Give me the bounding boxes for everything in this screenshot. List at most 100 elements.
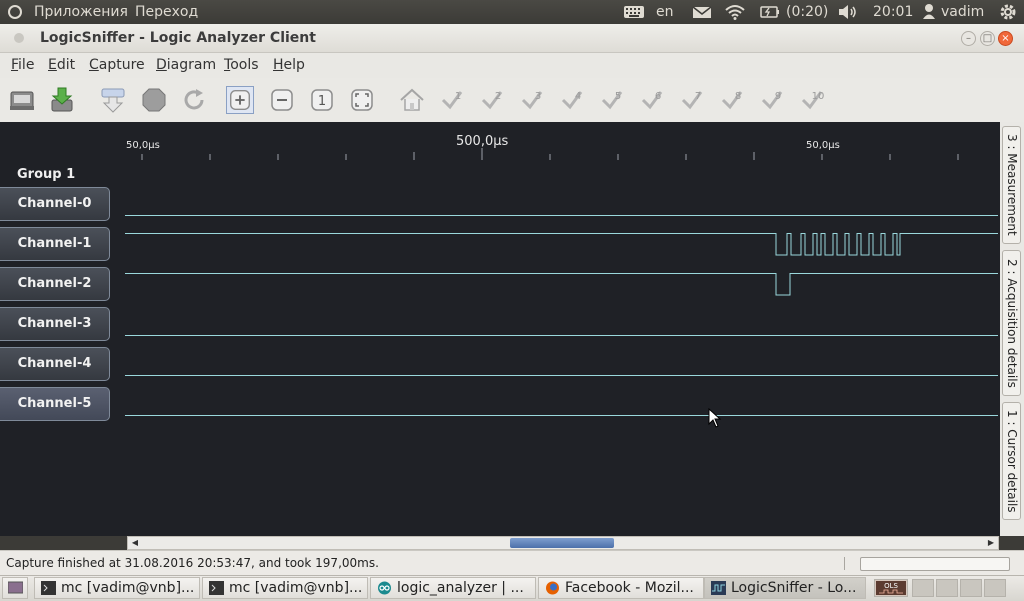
volume-icon[interactable]	[837, 0, 859, 24]
goto-marker-6-button[interactable]: 6	[638, 86, 666, 114]
mouse-pointer-icon	[708, 408, 722, 428]
goto-marker-3-button[interactable]: 3	[518, 86, 546, 114]
side-panel-tabs: 3 : Measurement 2 : Acquisition details …	[1000, 122, 1024, 536]
goto-marker-9-button[interactable]: 9	[758, 86, 786, 114]
user-icon[interactable]	[922, 0, 936, 24]
menubar: File Edit Capture Diagram Tools Help	[0, 53, 1024, 78]
workspace-slot-3[interactable]	[960, 579, 982, 597]
ols-tray-icon[interactable]: OLS	[874, 579, 908, 597]
window-titlebar[interactable]: LogicSniffer - Logic Analyzer Client – □…	[0, 24, 1024, 53]
window-menu-dot-icon[interactable]	[14, 33, 24, 43]
keyboard-icon[interactable]	[623, 0, 645, 24]
capture-icon[interactable]	[99, 86, 127, 114]
scroll-right-arrow-icon[interactable]: ▶	[984, 537, 998, 549]
goto-marker-8-button[interactable]: 8	[718, 86, 746, 114]
marker-check-icon: 7	[681, 91, 703, 110]
signal-diagram[interactable]: 50,0μs 500,0μs 50,0μs Group 1 Channel-0 …	[0, 122, 1000, 550]
arduino-icon	[378, 581, 391, 595]
menu-diagram[interactable]: Diagram	[156, 53, 216, 78]
taskbar-item-terminal-2[interactable]: mc [vadim@vnb]...	[202, 577, 368, 599]
svg-text:8: 8	[735, 91, 741, 102]
signal-traces[interactable]	[0, 122, 1000, 536]
goto-marker-5-button[interactable]: 5	[598, 86, 626, 114]
svg-text:3: 3	[535, 91, 541, 102]
taskbar-item-firefox[interactable]: Facebook - Mozil...	[538, 577, 704, 599]
taskbar-item-arduino[interactable]: logic_analyzer | ...	[370, 577, 536, 599]
firefox-icon	[546, 581, 559, 595]
svg-text:6: 6	[655, 91, 661, 102]
marker-check-icon: 5	[601, 91, 623, 110]
scroll-left-arrow-icon[interactable]: ◀	[128, 537, 142, 549]
tab-acquisition-details[interactable]: 2 : Acquisition details	[1002, 250, 1021, 396]
svg-text:10: 10	[812, 91, 825, 102]
menu-edit[interactable]: Edit	[48, 53, 75, 78]
goto-marker-2-button[interactable]: 2	[478, 86, 506, 114]
battery-time: (0:20)	[786, 4, 829, 20]
marker-check-icon: 6	[641, 91, 663, 110]
taskbar-item-terminal-1[interactable]: mc [vadim@vnb]...	[34, 577, 200, 599]
menu-tools[interactable]: Tools	[224, 53, 259, 78]
maximize-button[interactable]: □	[980, 31, 995, 46]
open-project-icon[interactable]	[8, 86, 36, 114]
marker-check-icon: 8	[721, 91, 743, 110]
mail-icon[interactable]	[692, 0, 712, 24]
zoom-in-icon[interactable]	[226, 86, 254, 114]
svg-text:9: 9	[775, 91, 781, 102]
horizontal-scrollbar[interactable]: ◀ ▶	[127, 536, 999, 550]
wifi-icon[interactable]	[724, 0, 746, 24]
menu-help[interactable]: Help	[273, 53, 305, 78]
applications-menu[interactable]: Приложения	[34, 0, 128, 24]
svg-text:4: 4	[575, 91, 581, 102]
ubuntu-logo-icon[interactable]	[8, 0, 22, 24]
zoom-out-icon[interactable]	[268, 86, 296, 114]
system-top-panel: Приложения Переход en (0:20) 20:01 vadim	[0, 0, 1024, 24]
keyboard-layout-indicator[interactable]: en	[656, 0, 674, 24]
tab-measurement[interactable]: 3 : Measurement	[1002, 126, 1021, 244]
marker-check-icon: 3	[521, 91, 543, 110]
taskbar-item-logicsniffer[interactable]: LogicSniffer - Lo...	[704, 577, 866, 599]
taskbar: mc [vadim@vnb]... mc [vadim@vnb]... logi…	[0, 575, 1024, 601]
scrollbar-thumb[interactable]	[510, 538, 614, 548]
svg-text:1: 1	[455, 91, 461, 102]
signal-trace-channel-2	[125, 273, 998, 296]
save-project-icon[interactable]	[48, 86, 76, 114]
status-progress-bar	[860, 557, 1010, 571]
close-button[interactable]: ×	[998, 31, 1013, 46]
svg-text:2: 2	[495, 91, 501, 102]
toolbar: 1 1 2 3 4 5 6 7 8 9 10	[0, 78, 1024, 123]
battery-icon[interactable]	[760, 0, 780, 24]
ols-icon	[711, 581, 726, 595]
svg-text:OLS: OLS	[884, 582, 898, 590]
repeat-capture-icon[interactable]	[180, 86, 208, 114]
goto-marker-1-button[interactable]: 1	[438, 86, 466, 114]
terminal-icon	[209, 581, 224, 595]
goto-marker-10-button[interactable]: 10	[798, 86, 826, 114]
menu-file[interactable]: File	[11, 53, 34, 78]
home-icon[interactable]	[398, 86, 426, 114]
stop-icon[interactable]	[140, 86, 168, 114]
clock[interactable]: 20:01	[873, 0, 913, 24]
zoom-fit-icon[interactable]	[348, 86, 376, 114]
marker-check-icon: 9	[761, 91, 783, 110]
status-bar: Capture finished at 31.08.2016 20:53:47,…	[0, 550, 1024, 576]
marker-check-icon: 10	[801, 91, 825, 110]
marker-check-icon: 4	[561, 91, 583, 110]
svg-text:1: 1	[318, 94, 326, 109]
workspace-slot-4[interactable]	[984, 579, 1006, 597]
zoom-original-icon[interactable]: 1	[308, 86, 336, 114]
user-name[interactable]: vadim	[941, 0, 984, 24]
tab-cursor-details[interactable]: 1 : Cursor details	[1002, 402, 1021, 520]
terminal-icon	[41, 581, 56, 595]
goto-marker-4-button[interactable]: 4	[558, 86, 586, 114]
workspace-slot-1[interactable]	[912, 579, 934, 597]
signal-trace-channel-1	[125, 233, 998, 256]
minimize-button[interactable]: –	[961, 31, 976, 46]
svg-text:5: 5	[615, 91, 621, 102]
places-menu[interactable]: Переход	[135, 0, 198, 24]
show-desktop-button[interactable]	[2, 577, 28, 599]
menu-capture[interactable]: Capture	[89, 53, 145, 78]
workspace-slot-2[interactable]	[936, 579, 958, 597]
goto-marker-7-button[interactable]: 7	[678, 86, 706, 114]
window-title: LogicSniffer - Logic Analyzer Client	[40, 30, 316, 46]
session-gear-icon[interactable]	[998, 0, 1018, 24]
